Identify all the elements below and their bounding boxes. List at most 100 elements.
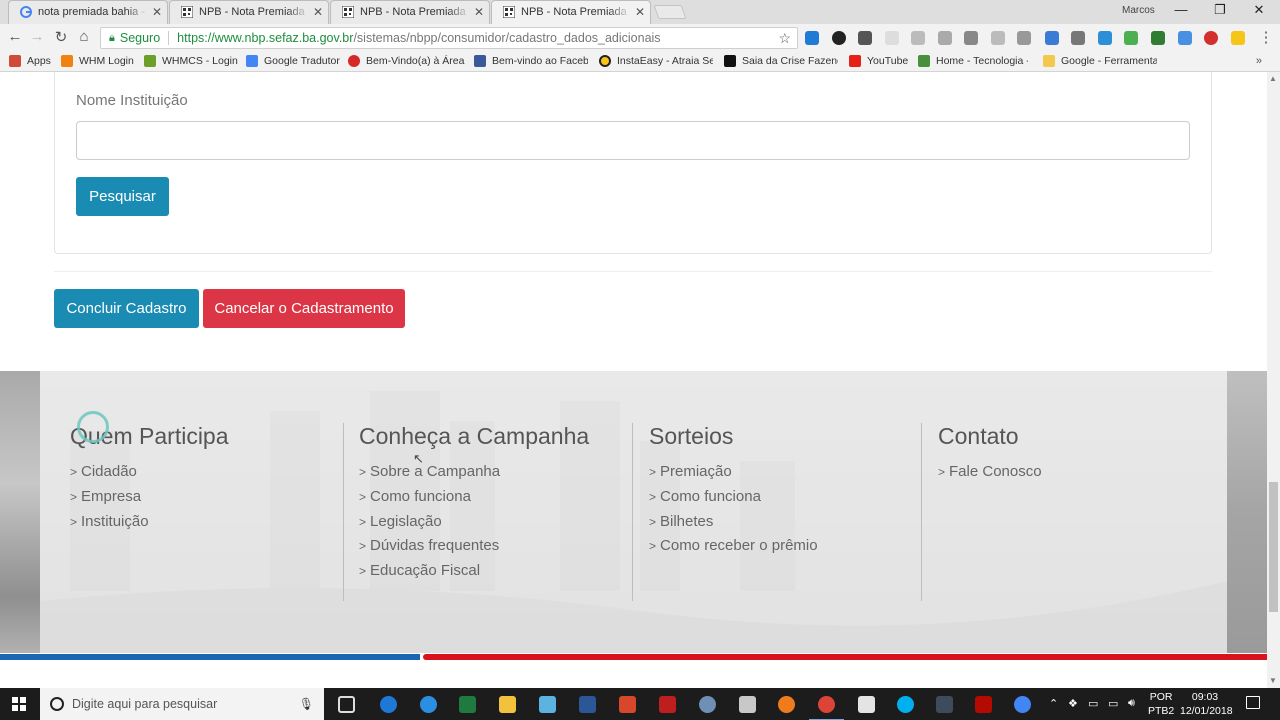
- filezilla-icon[interactable]: [659, 696, 676, 713]
- bookmark-item[interactable]: Google Tradutor: [246, 55, 340, 67]
- bookmark-item[interactable]: Home - Tecnologia -: [918, 55, 1028, 67]
- footer-link-legislacao[interactable]: > Legislação: [359, 510, 589, 535]
- home-icon[interactable]: ⌂: [74, 28, 94, 45]
- institution-name-input[interactable]: [76, 121, 1190, 160]
- browser-tab-1[interactable]: nota premiada bahia - Pe ✕: [4, 0, 172, 24]
- extension-icon[interactable]: [911, 31, 925, 45]
- page-scrollbar[interactable]: ▲ ▼: [1267, 72, 1280, 688]
- extension-icon[interactable]: [1204, 31, 1218, 45]
- footer-link-fale-conosco[interactable]: > Fale Conosco: [938, 460, 1042, 485]
- bookmark-item[interactable]: Bem-Vindo(a) à Área: [348, 55, 466, 67]
- system-clock[interactable]: 09:03 12/01/2018: [1180, 690, 1233, 718]
- footer-link-instituicao[interactable]: > Instituição: [70, 510, 229, 535]
- extension-icon[interactable]: [832, 31, 846, 45]
- footer-link-sorteio-como-funciona[interactable]: > Como funciona: [649, 485, 818, 510]
- task-view-icon[interactable]: [338, 696, 355, 713]
- forward-icon[interactable]: →: [27, 28, 47, 45]
- menu-icon[interactable]: ⋮: [1256, 28, 1276, 46]
- windows-start-icon[interactable]: [12, 697, 26, 711]
- footer-link-receber-premio[interactable]: > Como receber o prêmio: [649, 534, 818, 559]
- download-icon[interactable]: [1178, 31, 1192, 45]
- close-icon[interactable]: ✕: [152, 5, 162, 19]
- app-icon[interactable]: [936, 696, 953, 713]
- extension-icon[interactable]: [858, 31, 872, 45]
- file-explorer-icon[interactable]: [499, 696, 516, 713]
- minimize-icon[interactable]: —: [1171, 2, 1191, 17]
- window-close-icon[interactable]: ✕: [1249, 2, 1269, 18]
- chevron-right-icon: >: [70, 465, 78, 479]
- footer-link-premiacao[interactable]: > Premiação: [649, 460, 818, 485]
- app-icon[interactable]: [539, 696, 556, 713]
- extension-icon[interactable]: [1151, 31, 1165, 45]
- scrollbar-thumb[interactable]: [1269, 482, 1278, 612]
- tray-expand-icon[interactable]: ⌃: [1049, 697, 1058, 710]
- chrome-icon[interactable]: [809, 696, 844, 720]
- browser-tab-2[interactable]: NPB - Nota Premiada Bah ✕: [165, 0, 333, 24]
- taskbar-search-box[interactable]: Digite aqui para pesquisar 🎙︎: [40, 688, 324, 720]
- search-button[interactable]: Pesquisar: [76, 177, 169, 216]
- excel-icon[interactable]: [459, 696, 476, 713]
- bookmark-star-icon[interactable]: ☆: [778, 30, 791, 47]
- back-icon[interactable]: ←: [5, 28, 25, 45]
- browser-tab-4[interactable]: NPB - Nota Premiada Bah ✕: [487, 0, 655, 24]
- microphone-icon[interactable]: 🎙︎: [299, 697, 314, 711]
- scroll-up-icon[interactable]: ▲: [1269, 74, 1277, 83]
- language-indicator[interactable]: POR PTB2: [1148, 690, 1174, 718]
- footer-link-duvidas[interactable]: > Dúvidas frequentes: [359, 534, 589, 559]
- bookmark-item[interactable]: Saia da Crise Fazendo: [724, 55, 838, 67]
- extension-icon[interactable]: [1045, 31, 1059, 45]
- footer-link-educacao-fiscal[interactable]: > Educação Fiscal: [359, 559, 589, 584]
- bookmark-apps[interactable]: Apps: [9, 55, 51, 67]
- extension-icon[interactable]: [885, 31, 899, 45]
- bookmark-item[interactable]: InstaEasy - Atraia Seg: [599, 55, 713, 67]
- maximize-icon[interactable]: ❐: [1210, 2, 1230, 18]
- scroll-down-icon[interactable]: ▼: [1269, 676, 1277, 685]
- footer-link-cidadao[interactable]: > Cidadão: [70, 460, 229, 485]
- bookmark-item[interactable]: YouTube: [849, 55, 908, 67]
- close-icon[interactable]: ✕: [474, 5, 484, 19]
- pdf-reader-icon[interactable]: [975, 696, 992, 713]
- bookmark-item[interactable]: WHMCS - Login: [144, 55, 238, 67]
- edge-icon[interactable]: [380, 696, 397, 713]
- extension-icon[interactable]: [805, 31, 819, 45]
- extension-icon[interactable]: [1098, 31, 1112, 45]
- reload-icon[interactable]: ↻: [51, 28, 71, 46]
- firefox-icon[interactable]: [778, 696, 795, 713]
- footer-link-sobre[interactable]: > Sobre a Campanha: [359, 460, 589, 485]
- skype-icon[interactable]: [897, 696, 914, 713]
- cancel-registration-button[interactable]: Cancelar o Cadastramento: [203, 289, 405, 328]
- internet-explorer-icon[interactable]: [420, 696, 437, 713]
- close-icon[interactable]: ✕: [313, 5, 323, 19]
- new-tab-button[interactable]: [653, 5, 687, 19]
- network-icon[interactable]: ▭: [1088, 697, 1098, 710]
- extension-icon[interactable]: [1124, 31, 1138, 45]
- app-icon[interactable]: [739, 696, 756, 713]
- finish-registration-button[interactable]: Concluir Cadastro: [54, 289, 199, 328]
- bookmark-item[interactable]: Bem-vindo ao Facebo: [474, 55, 588, 67]
- address-bar[interactable]: 🔒︎ Seguro https://www.nbp.sefaz.ba.gov.b…: [100, 27, 798, 49]
- profile-name[interactable]: Marcos: [1122, 5, 1155, 16]
- volume-icon[interactable]: 🔊︎: [1128, 697, 1135, 710]
- extension-icon[interactable]: [1231, 31, 1245, 45]
- dropbox-icon[interactable]: ❖: [1068, 697, 1078, 710]
- camera-icon[interactable]: [1071, 31, 1085, 45]
- calculator-icon[interactable]: [858, 696, 875, 713]
- close-icon[interactable]: ✕: [635, 5, 645, 19]
- notification-center-icon[interactable]: [1246, 696, 1260, 709]
- extension-icon[interactable]: [991, 31, 1005, 45]
- more-bookmarks-icon[interactable]: »: [1256, 55, 1262, 67]
- footer-link-como-funciona[interactable]: > Como funciona: [359, 485, 589, 510]
- extension-icon[interactable]: [1017, 31, 1031, 45]
- app-icon[interactable]: [699, 696, 716, 713]
- extension-icon[interactable]: [964, 31, 978, 45]
- battery-icon[interactable]: ▭: [1108, 697, 1118, 710]
- bookmark-item[interactable]: Google - Ferramenta: [1043, 55, 1157, 67]
- bookmark-item[interactable]: WHM Login: [61, 55, 134, 67]
- chrome-app-icon[interactable]: [1014, 696, 1031, 713]
- extension-icon[interactable]: [938, 31, 952, 45]
- word-icon[interactable]: [579, 696, 596, 713]
- footer-link-empresa[interactable]: > Empresa: [70, 485, 229, 510]
- footer-link-bilhetes[interactable]: > Bilhetes: [649, 510, 818, 535]
- app-icon[interactable]: [619, 696, 636, 713]
- browser-tab-3[interactable]: NPB - Nota Premiada Bah ✕: [326, 0, 494, 24]
